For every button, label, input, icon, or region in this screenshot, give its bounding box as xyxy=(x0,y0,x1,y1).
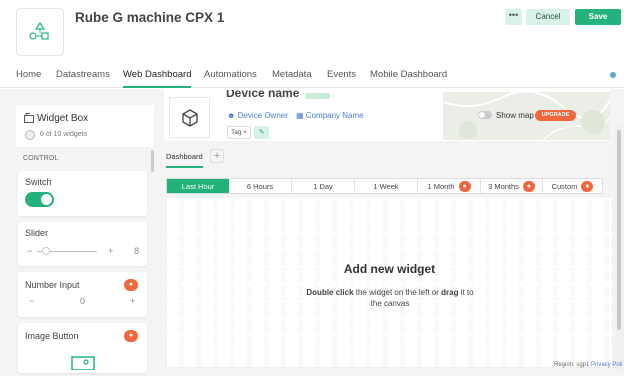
empty-state-description: Double click the widget on the left or d… xyxy=(300,287,480,309)
region-label: Region: sgp1 xyxy=(554,362,590,368)
device-name: Device name xyxy=(226,90,300,100)
canvas-grid xyxy=(166,198,613,368)
range-1-month[interactable]: 1 Month ● xyxy=(418,179,481,193)
lock-icon: ● xyxy=(581,180,594,192)
save-button[interactable]: Save xyxy=(575,9,621,25)
page-header: Rube G machine CPX 1 ••• Cancel Save xyxy=(0,0,624,62)
range-custom[interactable]: Custom ● xyxy=(543,179,602,193)
range-label: Last Hour xyxy=(181,181,215,191)
cube-icon xyxy=(181,108,198,127)
tab-mobile-dashboard[interactable]: Mobile Dashboard xyxy=(370,69,447,86)
widget-switch[interactable]: Switch xyxy=(18,171,147,216)
empty-state-title: Add new widget xyxy=(343,262,436,276)
footer: Region: sgp1 Privacy Poli xyxy=(554,362,622,368)
tab-datastreams[interactable]: Datastreams xyxy=(56,69,110,86)
range-label: 1 Week xyxy=(373,181,399,191)
building-icon: ▦ xyxy=(296,111,304,120)
range-1-week[interactable]: 1 Week xyxy=(355,179,418,193)
range-6-hours[interactable]: 6 Hours xyxy=(229,179,292,193)
range-label: 3 Months xyxy=(488,181,519,191)
desc-text-1: the widget on the left or xyxy=(353,288,442,297)
edit-tag-button[interactable]: ✎ xyxy=(254,126,269,139)
widget-label: Number Input xyxy=(25,280,80,290)
widget-count-ring xyxy=(25,130,35,140)
widget-number-input[interactable]: Number Input ● − 0 + xyxy=(18,272,147,317)
tab-automations[interactable]: Automations xyxy=(204,69,257,86)
cancel-button[interactable]: Cancel xyxy=(526,9,570,25)
company-name-label: Company Name xyxy=(305,111,364,120)
section-label-control: CONTROL xyxy=(23,155,59,162)
tab-home[interactable]: Home xyxy=(16,69,41,86)
range-1-day[interactable]: 1 Day xyxy=(292,179,355,193)
device-owner-label: Device Owner xyxy=(237,111,288,120)
widget-box-icon xyxy=(24,113,34,123)
slider-plus: + xyxy=(108,246,114,256)
range-3-months[interactable]: 3 Months ● xyxy=(481,179,543,193)
widget-box-title: Widget Box xyxy=(37,113,89,124)
widget-box-header xyxy=(16,105,154,147)
desc-bold-2: drag xyxy=(441,288,459,297)
device-template-icon xyxy=(29,21,49,40)
range-label: 1 Day xyxy=(313,181,333,191)
lock-icon: ● xyxy=(124,279,138,291)
user-icon: ☻ xyxy=(227,111,236,120)
upgrade-badge[interactable]: UPGRADE xyxy=(535,110,576,121)
number-minus: − xyxy=(29,296,35,306)
tab-dashboard[interactable]: Dashboard xyxy=(166,152,203,168)
lock-icon: ● xyxy=(124,330,138,342)
lock-icon: ● xyxy=(458,180,471,192)
slider-minus: − xyxy=(27,246,33,256)
widget-slider[interactable]: Slider − + 8 xyxy=(18,222,147,266)
device-owner-link[interactable]: ☻ Device Owner xyxy=(227,111,288,120)
device-status-badge xyxy=(306,93,330,99)
range-label: 6 Hours xyxy=(246,181,274,191)
number-value: 0 xyxy=(80,296,86,306)
range-label: 1 Month xyxy=(427,181,455,191)
widget-label: Slider xyxy=(25,228,49,238)
show-map-toggle[interactable] xyxy=(478,111,492,119)
page-scrollbar-thumb[interactable] xyxy=(617,130,621,330)
more-button[interactable]: ••• xyxy=(505,9,522,25)
show-map-label: Show map xyxy=(496,111,534,120)
range-last-hour[interactable]: Last Hour xyxy=(167,179,229,193)
tab-web-dashboard[interactable]: Web Dashboard xyxy=(123,69,192,88)
range-label: Custom xyxy=(551,181,578,191)
device-logo[interactable] xyxy=(16,8,64,56)
slider-value: 8 xyxy=(134,246,140,256)
widget-box-scrollbar[interactable] xyxy=(151,150,154,172)
info-icon[interactable] xyxy=(610,72,616,78)
slider-knob xyxy=(42,247,50,255)
tab-metadata[interactable]: Metadata xyxy=(272,69,312,86)
add-tab-button[interactable]: + xyxy=(210,149,224,163)
widget-label: Image Button xyxy=(25,331,79,341)
lock-icon: ● xyxy=(522,180,535,192)
widget-label: Switch xyxy=(25,177,52,187)
widget-image-button[interactable]: Image Button ● xyxy=(18,323,147,373)
desc-bold-1: Double click xyxy=(306,288,354,297)
tab-events[interactable]: Events xyxy=(327,69,356,86)
company-name-link[interactable]: ▦ Company Name xyxy=(296,111,364,120)
device-image[interactable] xyxy=(169,97,210,138)
switch-toggle xyxy=(25,192,54,207)
number-plus: + xyxy=(130,296,136,306)
tag-chip[interactable]: Tag × xyxy=(227,126,251,139)
page-title: Rube G machine CPX 1 xyxy=(75,10,225,25)
image-icon xyxy=(71,356,95,370)
privacy-link[interactable]: Privacy Poli xyxy=(591,362,622,368)
widget-count: 0 of 10 widgets xyxy=(40,131,88,138)
time-range-selector: Last Hour 6 Hours 1 Day 1 Week 1 Month ● … xyxy=(166,178,603,194)
tab-bar: Home Datastreams Web Dashboard Automatio… xyxy=(0,62,624,88)
